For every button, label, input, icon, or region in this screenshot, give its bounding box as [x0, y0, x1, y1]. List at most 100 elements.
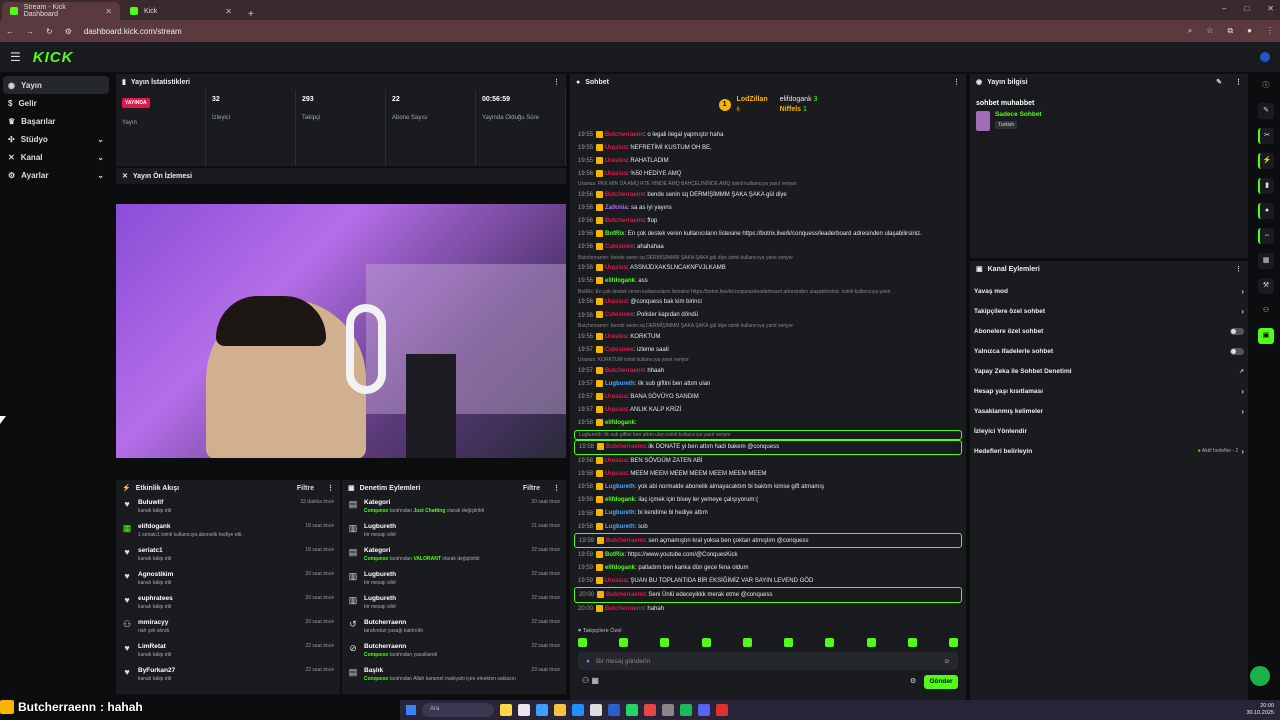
app-icon[interactable] — [500, 704, 512, 716]
emote-icon[interactable] — [701, 638, 711, 647]
chat-username[interactable]: Butcherraenn — [605, 218, 644, 224]
avatar[interactable] — [1260, 52, 1270, 62]
filter-button[interactable]: Filtre — [297, 485, 314, 492]
emoji-icon[interactable]: ☺ — [943, 658, 950, 665]
close-tab-icon[interactable]: ✕ — [105, 7, 112, 16]
sidebar-item-yayin[interactable]: ◉ Yayın — [3, 76, 109, 94]
menu-icon[interactable]: ☰ — [10, 50, 21, 64]
more-icon[interactable]: ⋮ — [1235, 265, 1242, 273]
chat-username[interactable]: Urasius — [605, 394, 627, 400]
feed-user[interactable]: seriatc1 — [138, 547, 299, 554]
chat-message[interactable]: 19:59 BotRix: https://www.youtube.com/@Co… — [574, 548, 962, 561]
chat-message[interactable]: 19:56 Zatkniia: sa as iyi yayıns — [574, 201, 962, 214]
chat-username[interactable]: Lugbureth — [605, 381, 635, 387]
more-icon[interactable]: ⋮ — [553, 78, 560, 86]
chat-message[interactable]: 19:58 Lugbureth: sub — [574, 520, 962, 533]
channel-action-item[interactable]: Takipçilere özel sohbet › — [970, 301, 1248, 321]
sidebar-item-gelir[interactable]: $ Gelir — [0, 94, 112, 112]
chat-username[interactable]: Urasius — [605, 145, 627, 151]
bookmark-star-icon[interactable]: ☆ — [1206, 26, 1213, 36]
chat-username[interactable]: Cutesinee — [605, 244, 634, 250]
spotify-icon[interactable] — [680, 704, 692, 716]
emote-icon[interactable] — [907, 638, 917, 647]
chat-message[interactable]: 19:56 Butcherraenn: ftop — [574, 214, 962, 227]
more-icon[interactable]: ⋮ — [1235, 78, 1242, 86]
chat-input[interactable]: ● Bir mesaj gönderin ☺ — [578, 652, 958, 670]
whatsapp-icon[interactable] — [626, 704, 638, 716]
chat-username[interactable]: Urasius — [605, 265, 627, 271]
chat-username[interactable]: Urasius — [605, 578, 627, 584]
mod-actor[interactable]: Butcherraenn — [364, 643, 525, 650]
channel-action-item[interactable]: İzleyici Yönlendir — [970, 421, 1248, 441]
edge-icon[interactable] — [572, 704, 584, 716]
stream-video[interactable] — [116, 204, 566, 458]
emote-icon[interactable] — [619, 638, 629, 647]
feed-user[interactable]: LimRetat — [138, 643, 299, 650]
chat-leaderboard[interactable]: 1 LodZillan 6 elifdogank 3 Niffels 1 — [570, 90, 966, 120]
app-icon[interactable] — [716, 704, 728, 716]
chat-username[interactable]: Urasius — [605, 299, 627, 305]
feed-user[interactable]: euphratees — [138, 595, 299, 602]
zoom-icon[interactable]: ⌕ — [1188, 26, 1192, 36]
wrench-icon[interactable]: ⚒ — [1258, 278, 1274, 294]
chat-username[interactable]: Butcherraenn — [606, 444, 645, 450]
app-icon[interactable] — [536, 704, 548, 716]
chat-message[interactable]: 19:58 elifdogank: ilaç içmek için bisey l… — [574, 494, 962, 507]
chat-message[interactable]: 19:58 elifdogank: — [574, 416, 962, 429]
feed-user[interactable]: ByFurkan27 — [138, 667, 299, 674]
chat-username[interactable]: elifdogank — [605, 565, 635, 571]
browser-tab-kick[interactable]: Kick ✕ — [122, 2, 240, 20]
app-icon[interactable] — [662, 704, 674, 716]
chat-username[interactable]: Lugbureth — [605, 524, 635, 530]
chat-message[interactable]: 19:59 Butcherraenn: sen açmamıştın kral y… — [574, 533, 962, 549]
chat-message[interactable]: 19:55 Urasius: RAHATLADIM — [574, 154, 962, 167]
browser-menu-icon[interactable]: ⋮ — [1266, 26, 1274, 36]
emote-icon[interactable] — [660, 638, 670, 647]
mod-actor[interactable]: Kategori — [364, 547, 525, 554]
chat-message[interactable]: 19:56 Urasius: %50 HEDİYE AMQ — [574, 167, 962, 180]
emote-icon[interactable] — [948, 638, 958, 647]
chat-bubble-icon[interactable]: ● — [1258, 203, 1274, 219]
chat-message[interactable]: 19:56 Urasius: KORKTUM — [574, 330, 962, 343]
chat-username[interactable]: elifdogank — [605, 278, 635, 284]
feed-user[interactable]: Agnostikim — [138, 571, 299, 578]
sidebar-item-kanal[interactable]: ✕ Kanal ⌄ — [0, 148, 112, 166]
chat-username[interactable]: elifdogank — [605, 420, 635, 426]
channel-action-item[interactable]: Yavaş mod › — [970, 281, 1248, 301]
extensions-icon[interactable]: ⧉ — [1227, 26, 1233, 36]
chat-username[interactable]: Urasius — [605, 407, 627, 413]
filter-button[interactable]: Filtre — [523, 485, 540, 492]
more-icon[interactable]: ⋮ — [553, 484, 560, 492]
reload-icon[interactable]: ↻ — [46, 27, 53, 36]
edit-icon[interactable]: ✎ — [1258, 103, 1274, 119]
sidebar-item-basarilar[interactable]: ♛ Başarılar — [0, 112, 112, 130]
chat-username[interactable]: Butcherraenn — [605, 192, 644, 198]
discord-icon[interactable] — [698, 704, 710, 716]
chat-message[interactable]: 19:57 Urasius: ANLIK KALP KRİZİ — [574, 403, 962, 416]
chat-username[interactable]: Butcherraenn — [606, 538, 645, 544]
chat-message[interactable]: 19:56 Urasius: ASSMJDXAKSLNCAKNFVJLKAMB — [574, 262, 962, 275]
chat-message[interactable]: 19:57 Lugbureth: ilk sub giftini ben attı… — [574, 377, 962, 390]
edit-icon[interactable]: ✎ — [1216, 78, 1222, 86]
chat-username[interactable]: Zatkniia — [605, 205, 628, 211]
feed-user[interactable]: mmiracyy — [138, 619, 299, 626]
chat-message[interactable]: 19:57 Urasius: BANA SÖVÜYO SANDIM — [574, 390, 962, 403]
chat-username[interactable]: Butcherraenn — [605, 368, 644, 374]
active-tool-icon[interactable]: ▣ — [1258, 328, 1274, 344]
clip-icon[interactable]: ✂ — [1258, 128, 1274, 144]
emote-icon[interactable] — [825, 638, 835, 647]
feed-user[interactable]: elifdogank — [138, 523, 299, 530]
chat-message[interactable]: 19:58 Butcherraenn: ilk DONATE yi ben att… — [574, 439, 962, 455]
chat-message[interactable]: 19:56 BotRix: En çok destek veren kullanı… — [574, 228, 962, 241]
taskbar-search[interactable]: Ara — [422, 703, 494, 717]
channel-action-item[interactable]: Hedefleri belirleyin ● Aktif hedefler - 2… — [970, 441, 1248, 461]
app-icon[interactable] — [518, 704, 530, 716]
chat-message-list[interactable]: 19:55 Butcherraenn: o legali ilegal yapmı… — [574, 128, 962, 628]
channel-action-item[interactable]: Abonelere özel sohbet — [970, 321, 1248, 341]
chat-message[interactable]: 20:00 Butcherraenn: hahah — [574, 603, 962, 616]
forward-icon[interactable]: → — [26, 27, 34, 36]
chat-username[interactable]: Urasius — [605, 458, 627, 464]
chat-username[interactable]: Cutesinee — [605, 347, 634, 353]
support-chat-button[interactable] — [1250, 666, 1270, 686]
browser-tab-dashboard[interactable]: Stream - Kick Dashboard ✕ — [2, 2, 120, 20]
